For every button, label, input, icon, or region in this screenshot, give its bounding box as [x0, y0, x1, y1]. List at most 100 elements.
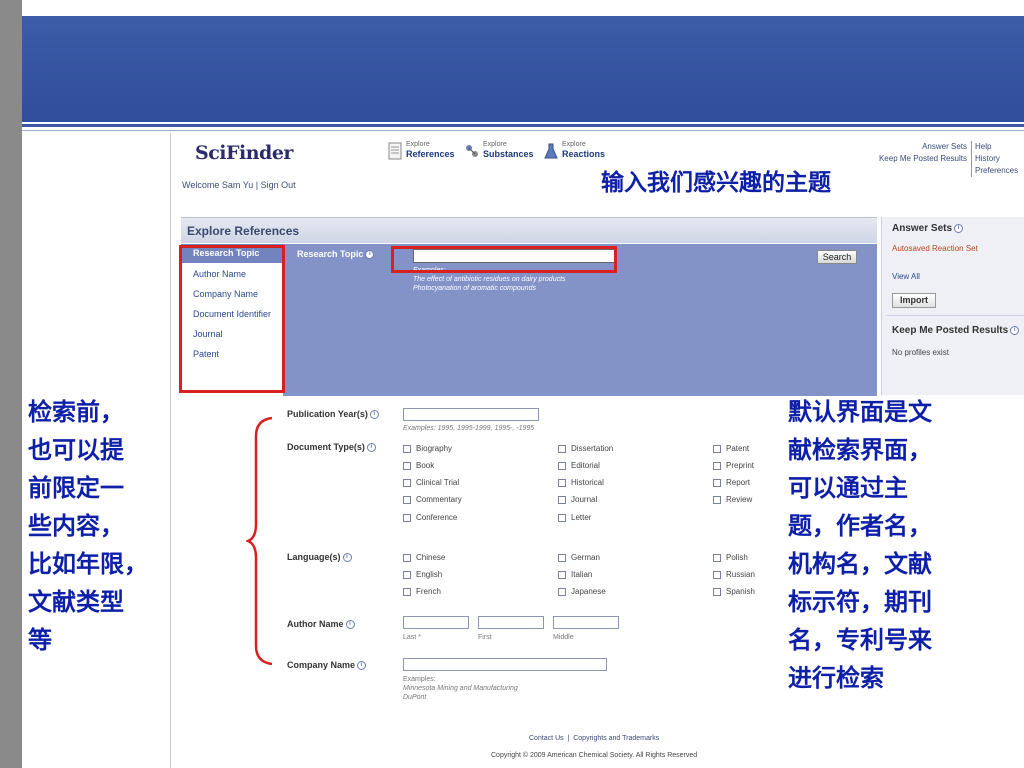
checkbox-box[interactable]: [713, 570, 721, 579]
checkbox-german[interactable]: German: [558, 553, 600, 562]
checkbox-dissertation[interactable]: Dissertation: [558, 444, 613, 453]
company-name-input[interactable]: [403, 658, 607, 671]
checkbox-polish[interactable]: Polish: [713, 553, 748, 562]
checkbox-box[interactable]: [403, 570, 411, 579]
checkbox-journal[interactable]: Journal: [558, 495, 597, 504]
checkbox-box[interactable]: [403, 587, 411, 596]
checkbox-box[interactable]: [713, 587, 721, 596]
info-icon[interactable]: i: [357, 661, 367, 671]
checkbox-label: Preprint: [726, 461, 755, 470]
checkbox-label: Russian: [726, 570, 755, 579]
info-icon[interactable]: i: [366, 443, 376, 453]
checkbox-report[interactable]: Report: [713, 478, 750, 487]
note-line: 名，专利号来: [788, 626, 932, 654]
research-topic-label-text: Research Topic: [297, 249, 364, 259]
info-icon[interactable]: i: [1010, 325, 1020, 335]
checkbox-label: Polish: [726, 553, 748, 562]
annotation-topic-note: 输入我们感兴趣的主题: [601, 170, 831, 196]
checkbox-label: Historical: [571, 478, 604, 487]
checkbox-box[interactable]: [713, 444, 721, 453]
import-button[interactable]: Import: [892, 293, 936, 308]
scifinder-logo[interactable]: SciFinder: [177, 139, 293, 167]
checkbox-box[interactable]: [558, 513, 566, 522]
explore-title: Explore References: [187, 224, 300, 238]
checkbox-box[interactable]: [713, 478, 721, 487]
checkbox-letter[interactable]: Letter: [558, 513, 591, 522]
checkbox-patent[interactable]: Patent: [713, 444, 749, 453]
info-icon[interactable]: i: [345, 620, 355, 630]
checkbox-conference[interactable]: Conference: [403, 513, 457, 522]
checkbox-box[interactable]: [713, 461, 721, 470]
author-last-input[interactable]: [403, 616, 469, 629]
document-icon: [388, 142, 402, 159]
slide-divider: [22, 124, 1024, 127]
checkbox-box[interactable]: [558, 478, 566, 487]
checkbox-box[interactable]: [403, 478, 411, 487]
checkbox-box[interactable]: [713, 495, 721, 504]
nav-small-label: Explore: [562, 141, 586, 148]
checkbox-english[interactable]: English: [403, 570, 442, 579]
checkbox-russian[interactable]: Russian: [713, 570, 755, 579]
publication-year-hint: Examples: 1995, 1995-1999, 1995-, -1995: [403, 425, 535, 432]
nav-explore-references[interactable]: Explore References: [388, 141, 455, 160]
info-icon[interactable]: i: [342, 553, 352, 563]
nav-small-label: Explore: [406, 141, 430, 148]
checkbox-box[interactable]: [403, 553, 411, 562]
author-first-input[interactable]: [478, 616, 544, 629]
publication-year-input[interactable]: [403, 408, 539, 421]
checkbox-box[interactable]: [403, 461, 411, 470]
checkbox-label: Letter: [571, 513, 592, 522]
preferences-link[interactable]: Preferences: [975, 165, 1018, 177]
checkbox-preprint[interactable]: Preprint: [713, 461, 754, 470]
view-all-link[interactable]: View All: [892, 272, 920, 281]
checkbox-french[interactable]: French: [403, 587, 441, 596]
copyrights-link[interactable]: Copyrights and Trademarks: [573, 735, 659, 742]
checkbox-book[interactable]: Book: [403, 461, 434, 470]
checkbox-spanish[interactable]: Spanish: [713, 587, 755, 596]
checkbox-box[interactable]: [558, 461, 566, 470]
search-button[interactable]: Search: [817, 250, 857, 264]
note-line: 默认界面是文: [788, 398, 932, 426]
note-line: 些内容，: [28, 512, 124, 540]
checkbox-box[interactable]: [558, 444, 566, 453]
info-icon[interactable]: i: [365, 250, 375, 260]
author-first-caption: First: [478, 634, 492, 641]
nav-explore-substances[interactable]: Explore Substances: [465, 141, 534, 160]
autosaved-reaction-set-link[interactable]: Autosaved Reaction Set: [892, 244, 978, 253]
help-link[interactable]: Help: [975, 141, 1018, 153]
checkbox-review[interactable]: Review: [713, 495, 752, 504]
checkbox-box[interactable]: [558, 587, 566, 596]
note-line: 献检索界面，: [788, 436, 932, 464]
checkbox-japanese[interactable]: Japanese: [558, 587, 606, 596]
nav-explore-reactions[interactable]: Explore Reactions: [544, 141, 605, 160]
checkbox-box[interactable]: [558, 495, 566, 504]
note-line: 检索前，: [28, 398, 124, 426]
contact-us-link[interactable]: Contact Us: [529, 735, 564, 742]
checkbox-chinese[interactable]: Chinese: [403, 553, 445, 562]
flask-icon: [544, 143, 558, 158]
checkbox-commentary[interactable]: Commentary: [403, 495, 462, 504]
checkbox-clinical-trial[interactable]: Clinical Trial: [403, 478, 459, 487]
company-examples: Examples: Minnesota Mining and Manufactu…: [403, 675, 518, 702]
info-icon[interactable]: i: [369, 410, 379, 420]
info-icon[interactable]: i: [954, 223, 964, 233]
checkbox-italian[interactable]: Italian: [558, 570, 592, 579]
answer-sets-link[interactable]: Answer Sets: [879, 141, 967, 153]
checkbox-editorial[interactable]: Editorial: [558, 461, 600, 470]
checkbox-box[interactable]: [403, 444, 411, 453]
history-link[interactable]: History: [975, 153, 1018, 165]
checkbox-box[interactable]: [558, 553, 566, 562]
checkbox-historical[interactable]: Historical: [558, 478, 604, 487]
author-middle-input[interactable]: [553, 616, 619, 629]
checkbox-box[interactable]: [403, 495, 411, 504]
checkbox-biography[interactable]: Biography: [403, 444, 452, 453]
highlight-box-input: [391, 246, 617, 273]
keep-me-posted-link[interactable]: Keep Me Posted Results: [879, 153, 967, 165]
sign-out-link[interactable]: Sign Out: [261, 180, 296, 190]
checkbox-box[interactable]: [558, 570, 566, 579]
checkbox-box[interactable]: [713, 553, 721, 562]
checkbox-box[interactable]: [403, 513, 411, 522]
keep-me-posted-title: Keep Me Posted Results: [892, 325, 1009, 336]
company-name-label: Company Name i: [287, 660, 367, 671]
company-name-label-text: Company Name: [287, 660, 356, 670]
